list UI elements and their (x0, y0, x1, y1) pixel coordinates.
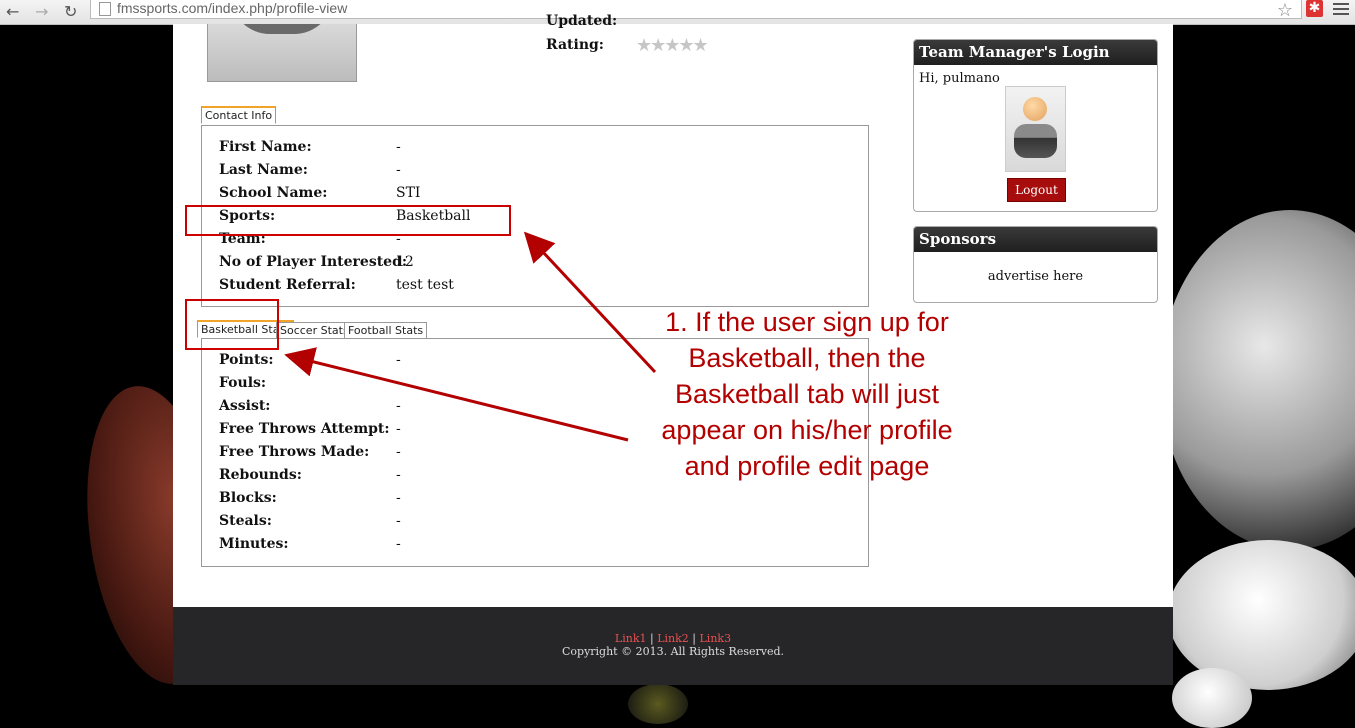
note-line: and profile edit page (684, 451, 930, 481)
note-line: 1. If the user sign up for (665, 307, 949, 337)
note-line: Basketball tab will just (674, 379, 940, 409)
arrow-to-tab (284, 347, 629, 442)
note-line: Basketball, then the (688, 343, 926, 373)
note-line: appear on his/her profile (661, 415, 953, 445)
annotation-note: 1. If the user sign up for Basketball, t… (612, 304, 1002, 484)
